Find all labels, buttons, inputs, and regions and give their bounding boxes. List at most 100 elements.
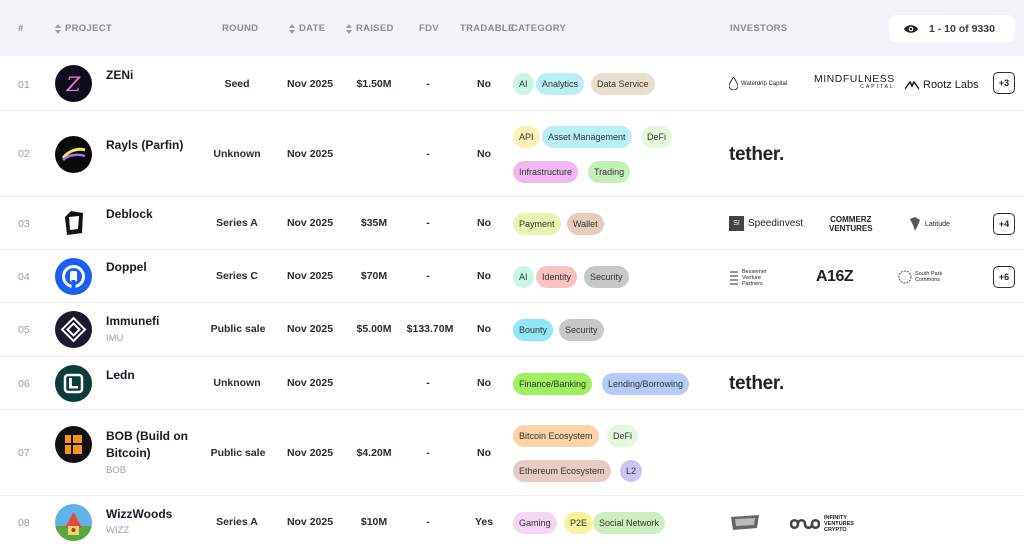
column-visibility-pager[interactable]: 1 - 10 of 9330	[889, 15, 1015, 42]
investor-commerz[interactable]: COMMERZ VENTURES	[829, 215, 873, 233]
sort-icon	[289, 23, 295, 34]
round-cell: Series A	[216, 217, 258, 229]
shield-badge-icon	[731, 515, 759, 530]
category-tag[interactable]: Bitcoin Ecosystem	[513, 425, 599, 447]
eye-icon	[903, 24, 919, 34]
category-tag[interactable]: Data Service	[591, 73, 655, 95]
category-tag[interactable]: Payment	[513, 213, 561, 235]
row-index: 04	[18, 271, 30, 283]
investor-infinity-ventures[interactable]: INFINITY VENTURES CRYPTO	[790, 515, 854, 533]
category-tag[interactable]: AI	[513, 73, 534, 95]
tradable-cell: No	[477, 78, 491, 90]
date-cell: Nov 2025	[286, 516, 334, 528]
project-name[interactable]: ZENi	[106, 67, 133, 84]
category-tag[interactable]: Gaming	[513, 512, 557, 534]
more-investors-button[interactable]: +3	[993, 72, 1015, 94]
category-tag[interactable]: Identity	[536, 266, 578, 288]
table-row[interactable]: 01 Z ZENi Seed Nov 2025 $1.50M - No AI A…	[0, 56, 1024, 111]
row-index: 01	[18, 79, 30, 91]
col-date-header[interactable]: DATE	[289, 23, 325, 34]
date-cell: Nov 2025	[286, 447, 334, 459]
category-tag[interactable]: Security	[559, 319, 604, 341]
investor-badge-logo[interactable]	[730, 514, 760, 537]
raised-cell: $10M	[360, 516, 388, 528]
category-tag[interactable]: Infrastructure	[513, 161, 579, 183]
investor-south-park-commons[interactable]: South Park Commons	[898, 270, 942, 284]
category-tag[interactable]: Bounty	[513, 319, 554, 341]
investor-speedinvest[interactable]: SI Speedinvest	[729, 216, 803, 231]
fundraising-table: # PROJECT ROUND DATE RAISED FDV TRADABLE…	[0, 0, 1024, 552]
date-cell: Nov 2025	[286, 270, 334, 282]
project-name[interactable]: WizzWoods	[106, 506, 172, 523]
round-cell: Series C	[215, 270, 259, 282]
category-tag[interactable]: P2E	[564, 512, 594, 534]
project-name[interactable]: Immunefi	[106, 313, 159, 330]
table-row[interactable]: 04 Doppel Series C Nov 2025 $70M - No AI…	[0, 250, 1024, 303]
project-name[interactable]: Ledn	[106, 367, 135, 384]
sort-icon	[55, 23, 61, 34]
category-tag[interactable]: Finance/Banking	[513, 373, 593, 395]
col-raised-header[interactable]: RAISED	[346, 23, 394, 34]
table-row[interactable]: 06 Ledn Unknown Nov 2025 - No Finance/Ba…	[0, 357, 1024, 410]
investor-mindfulness[interactable]: MINDFULNESS CAPITAL	[814, 73, 895, 90]
project-name[interactable]: Deblock	[106, 206, 153, 223]
category-tag[interactable]: DeFi	[641, 126, 673, 148]
raised-cell: $4.20M	[356, 447, 392, 459]
row-index: 08	[18, 517, 30, 529]
investor-latitude[interactable]: Latitude	[909, 217, 950, 231]
investor-tether[interactable]: tether.	[729, 373, 784, 395]
tradable-cell: No	[477, 323, 491, 335]
table-row[interactable]: 02 Rayls (Parfin) Unknown Nov 2025 - No …	[0, 111, 1024, 197]
category-tag[interactable]: L2	[620, 460, 643, 482]
round-cell: Series A	[216, 516, 258, 528]
raised-cell: $70M	[360, 270, 388, 282]
table-row[interactable]: 05 Immunefi IMU Public sale Nov 2025 $5.…	[0, 303, 1024, 357]
tradable-cell: No	[477, 148, 491, 160]
investor-waterdrip[interactable]: Waterdrip Capital	[729, 77, 787, 90]
round-cell: Unknown	[213, 377, 261, 389]
category-tag[interactable]: API	[513, 126, 540, 148]
fdv-cell: -	[426, 270, 430, 282]
table-row[interactable]: 08 WizzWoods WIZZ Series A Nov 2025 $10M…	[0, 496, 1024, 552]
date-cell: Nov 2025	[286, 78, 334, 90]
investor-bessemer[interactable]: Bessemer Venture Partners	[729, 269, 767, 287]
category-tag[interactable]: Analytics	[536, 73, 585, 95]
row-index: 07	[18, 447, 30, 459]
category-tag[interactable]: Lending/Borrowing	[602, 373, 690, 395]
row-index: 05	[18, 324, 30, 336]
project-name[interactable]: Doppel	[106, 259, 147, 276]
project-name[interactable]: BOB (Build on Bitcoin)	[106, 428, 206, 462]
category-tag[interactable]: Trading	[588, 161, 631, 183]
rootz-logo-icon	[905, 80, 919, 89]
category-tag[interactable]: Security	[584, 266, 629, 288]
more-investors-button[interactable]: +4	[993, 213, 1015, 235]
investor-rootz-labs[interactable]: Rootz Labs	[905, 79, 979, 91]
deblock-logo	[55, 205, 92, 242]
ledn-logo	[55, 365, 92, 402]
raised-cell: $5.00M	[356, 323, 392, 335]
category-tag[interactable]: Social Network	[593, 512, 666, 534]
raised-cell: $1.50M	[356, 78, 392, 90]
project-name[interactable]: Rayls (Parfin)	[106, 137, 183, 154]
fdv-cell: $133.70M	[406, 323, 454, 335]
tradable-cell: No	[477, 377, 491, 389]
fdv-cell: -	[426, 447, 430, 459]
col-project-header[interactable]: PROJECT	[55, 23, 112, 34]
investor-tether[interactable]: tether.	[729, 144, 784, 166]
category-tag[interactable]: DeFi	[607, 425, 639, 447]
date-cell: Nov 2025	[286, 377, 334, 389]
investor-a16z[interactable]: A16Z	[816, 268, 854, 286]
spc-logo-icon	[898, 270, 912, 284]
col-fdv-header: FDV	[419, 23, 439, 34]
latitude-logo-icon	[910, 217, 920, 231]
category-tag[interactable]: AI	[513, 266, 534, 288]
category-tag[interactable]: Ethereum Ecosystem	[513, 460, 611, 482]
category-tag[interactable]: Asset Management	[542, 126, 632, 148]
table-row[interactable]: 03 Deblock Series A Nov 2025 $35M - No P…	[0, 197, 1024, 250]
row-index: 02	[18, 148, 30, 160]
tradable-cell: No	[477, 270, 491, 282]
more-investors-button[interactable]: +6	[993, 266, 1015, 288]
table-row[interactable]: 07 BOB (Build on Bitcoin) BOB Public sal…	[0, 410, 1024, 496]
category-tag[interactable]: Wallet	[567, 213, 604, 235]
wizzwoods-logo	[55, 504, 92, 541]
